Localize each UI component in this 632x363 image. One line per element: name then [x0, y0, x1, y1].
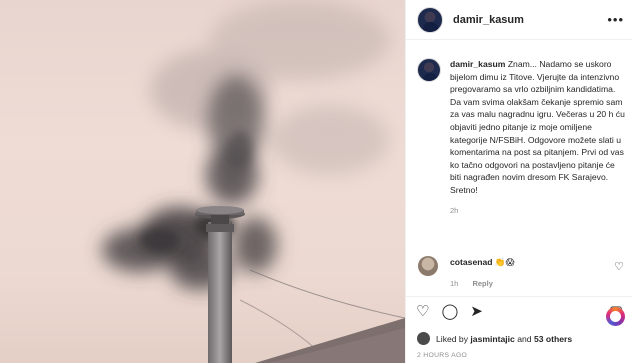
comment-body: cotasenad 👏😱 1h Reply	[450, 256, 614, 290]
comment-text: 👏😱	[494, 257, 515, 267]
comment-time: 1h	[450, 279, 459, 288]
likes-summary: Liked by jasmintajic and 53 others	[417, 332, 572, 345]
post-photo	[0, 0, 405, 363]
share-icon[interactable]: ➤	[470, 304, 483, 319]
caption-avatar[interactable]	[417, 58, 441, 82]
action-bar: ♡ ◯ ➤ ▢	[406, 296, 632, 319]
comment-item: cotasenad 👏😱 1h Reply ♡	[418, 256, 624, 290]
chimney-smoke-image	[102, 0, 405, 363]
post-sidebar: damir_kasum ••• damir_kasum Znam... Nada…	[405, 0, 632, 363]
comment-icon[interactable]: ◯	[441, 304, 458, 319]
caption-text-block: damir_kasum Znam... Nadamo se uskoro bij…	[450, 58, 627, 217]
reply-button[interactable]: Reply	[472, 279, 492, 288]
likes-others-link[interactable]: 53 others	[534, 334, 572, 344]
comment-like-icon[interactable]: ♡	[614, 260, 624, 290]
likes-prefix: Liked by	[436, 333, 469, 344]
like-icon[interactable]: ♡	[416, 304, 429, 319]
caption-username[interactable]: damir_kasum	[450, 59, 505, 69]
comment-avatar[interactable]	[418, 256, 438, 276]
post-header: damir_kasum •••	[406, 0, 632, 40]
caption-time: 2h	[450, 205, 459, 215]
liker-username[interactable]: jasmintajic	[470, 334, 514, 344]
author-username[interactable]: damir_kasum	[453, 14, 524, 26]
instagram-extension-icon[interactable]	[606, 307, 625, 326]
comment-username[interactable]: cotasenad	[450, 257, 493, 267]
likes-middle: and	[517, 333, 532, 344]
post-caption: damir_kasum Znam... Nadamo se uskoro bij…	[417, 58, 627, 217]
liker-avatar[interactable]	[417, 332, 430, 345]
caption-text: Znam... Nadamo se uskoro bijelom dimu iz…	[450, 59, 625, 195]
author-avatar[interactable]	[417, 6, 443, 33]
post-timestamp: 2 HOURS AGO	[417, 352, 468, 359]
comment-meta: 1h Reply	[450, 278, 614, 290]
more-options-icon[interactable]: •••	[607, 12, 624, 27]
